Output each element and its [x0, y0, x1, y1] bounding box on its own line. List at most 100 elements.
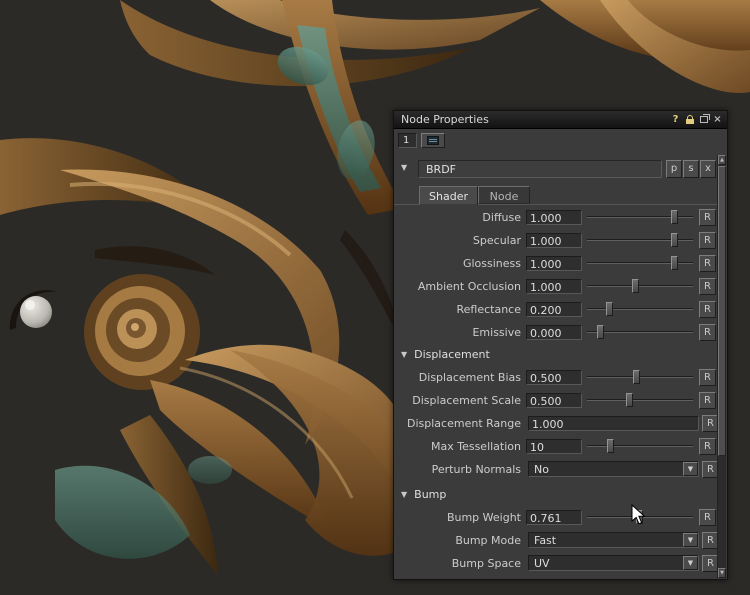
slider-handle[interactable]: [671, 210, 678, 224]
displacement-range-value-field[interactable]: 1.000: [528, 416, 699, 431]
bump-space-value: UV: [529, 557, 683, 570]
preset-picker-button[interactable]: [421, 133, 445, 148]
tab-node[interactable]: Node: [478, 186, 530, 204]
displacement-section-header[interactable]: ▼ Displacement: [394, 345, 720, 363]
ambient-occlusion-slider[interactable]: [584, 276, 696, 296]
glossiness-slider[interactable]: [584, 253, 696, 273]
reflectance-label: Reflectance: [396, 303, 526, 316]
slider-handle[interactable]: [607, 439, 614, 453]
reflectance-value-field[interactable]: 0.200: [526, 302, 582, 317]
close-icon[interactable]: ×: [711, 113, 724, 126]
panel-titlebar[interactable]: Node Properties ? ×: [394, 111, 727, 129]
emissive-reset-button[interactable]: R: [699, 324, 716, 341]
bump-collapse-icon[interactable]: ▼: [401, 490, 407, 499]
perturb-normals-row: Perturb Normals No ▼ R: [396, 459, 720, 479]
displacement-bias-value-field[interactable]: 0.500: [526, 370, 582, 385]
displacement-scale-row: Displacement Scale 0.500 R: [396, 390, 720, 410]
slider-handle[interactable]: [597, 325, 604, 339]
slider-track: [587, 376, 693, 377]
max-tessellation-reset-button[interactable]: R: [699, 438, 716, 455]
slider-handle[interactable]: [626, 393, 633, 407]
bump-mode-label: Bump Mode: [396, 534, 526, 547]
slider-handle[interactable]: [633, 370, 640, 384]
bump-mode-dropdown[interactable]: Fast ▼: [528, 532, 699, 548]
slider-handle[interactable]: [671, 256, 678, 270]
displacement-section-label: Displacement: [414, 348, 490, 361]
glossiness-value-field[interactable]: 1.000: [526, 256, 582, 271]
bump-weight-reset-button[interactable]: R: [699, 509, 716, 526]
panel-scrollbar[interactable]: ▲ ▼: [717, 155, 726, 578]
lock-icon[interactable]: [683, 113, 696, 126]
chevron-down-icon[interactable]: ▼: [683, 462, 698, 476]
ambient-occlusion-value-field[interactable]: 1.000: [526, 279, 582, 294]
diffuse-slider[interactable]: [584, 207, 696, 227]
chevron-down-icon[interactable]: ▼: [683, 533, 698, 547]
diffuse-row: Diffuse 1.000 R: [396, 207, 720, 227]
scrollbar-thumb[interactable]: [718, 166, 726, 456]
scroll-up-icon[interactable]: ▲: [718, 155, 726, 165]
slider-handle[interactable]: [671, 233, 678, 247]
reflectance-row: Reflectance 0.200 R: [396, 299, 720, 319]
scroll-down-icon[interactable]: ▼: [718, 568, 726, 578]
brdf-collapse-icon[interactable]: ▼: [401, 163, 407, 172]
reflectance-reset-button[interactable]: R: [699, 301, 716, 318]
bump-section-header[interactable]: ▼ Bump: [394, 485, 720, 503]
diffuse-label: Diffuse: [396, 211, 526, 224]
specular-reset-button[interactable]: R: [699, 232, 716, 249]
float-window-icon-shape: [700, 116, 708, 123]
displacement-bias-row: Displacement Bias 0.500 R: [396, 367, 720, 387]
displacement-bias-reset-button[interactable]: R: [699, 369, 716, 386]
diffuse-value-field[interactable]: 1.000: [526, 210, 582, 225]
specular-value-field[interactable]: 1.000: [526, 233, 582, 248]
glossiness-reset-button[interactable]: R: [699, 255, 716, 272]
slider-track: [587, 308, 693, 309]
specular-label: Specular: [396, 234, 526, 247]
slider-handle[interactable]: [606, 302, 613, 316]
brdf-x-button[interactable]: x: [700, 160, 716, 178]
help-icon[interactable]: ?: [669, 113, 682, 126]
displacement-bias-slider[interactable]: [584, 367, 696, 387]
specular-row: Specular 1.000 R: [396, 230, 720, 250]
max-tessellation-value-field[interactable]: 10: [526, 439, 582, 454]
emissive-row: Emissive 0.000 R: [396, 322, 720, 342]
max-tessellation-row: Max Tessellation 10 R: [396, 436, 720, 456]
slider-handle[interactable]: [632, 279, 639, 293]
emissive-slider[interactable]: [584, 322, 696, 342]
panel-title: Node Properties: [401, 113, 668, 126]
slider-track: [587, 285, 693, 286]
float-window-icon[interactable]: [697, 113, 710, 126]
perturb-normals-dropdown[interactable]: No ▼: [528, 461, 699, 477]
bump-space-dropdown[interactable]: UV ▼: [528, 555, 699, 571]
item-index-field[interactable]: 1: [398, 133, 417, 148]
brdf-p-button[interactable]: p: [666, 160, 682, 178]
displacement-collapse-icon[interactable]: ▼: [401, 350, 407, 359]
displacement-scale-slider[interactable]: [584, 390, 696, 410]
diffuse-reset-button[interactable]: R: [699, 209, 716, 226]
brdf-s-button[interactable]: s: [683, 160, 699, 178]
max-tessellation-slider[interactable]: [584, 436, 696, 456]
perturb-normals-label: Perturb Normals: [396, 463, 526, 476]
displacement-scale-value-field[interactable]: 0.500: [526, 393, 582, 408]
lock-icon-shape: [686, 119, 694, 124]
form-list-icon: [427, 136, 439, 145]
emissive-label: Emissive: [396, 326, 526, 339]
ambient-occlusion-reset-button[interactable]: R: [699, 278, 716, 295]
displacement-bias-label: Displacement Bias: [396, 371, 526, 384]
ambient-occlusion-label: Ambient Occlusion: [396, 280, 526, 293]
chevron-down-icon[interactable]: ▼: [683, 556, 698, 570]
bump-weight-label: Bump Weight: [396, 511, 526, 524]
mouse-cursor: [631, 504, 648, 526]
tab-shader[interactable]: Shader: [419, 186, 478, 205]
node-properties-panel: Node Properties ? × 1 ▼ BRDF p s x Shade…: [393, 110, 728, 580]
specular-slider[interactable]: [584, 230, 696, 250]
displacement-scale-label: Displacement Scale: [396, 394, 526, 407]
max-tessellation-label: Max Tessellation: [396, 440, 526, 453]
bump-space-row: Bump Space UV ▼ R: [396, 553, 720, 573]
reflectance-slider[interactable]: [584, 299, 696, 319]
brdf-header[interactable]: BRDF: [418, 160, 662, 178]
emissive-value-field[interactable]: 0.000: [526, 325, 582, 340]
bump-weight-value-field[interactable]: 0.761: [526, 510, 582, 525]
displacement-scale-reset-button[interactable]: R: [699, 392, 716, 409]
bump-mode-value: Fast: [529, 534, 683, 547]
bump-section-label: Bump: [414, 488, 446, 501]
